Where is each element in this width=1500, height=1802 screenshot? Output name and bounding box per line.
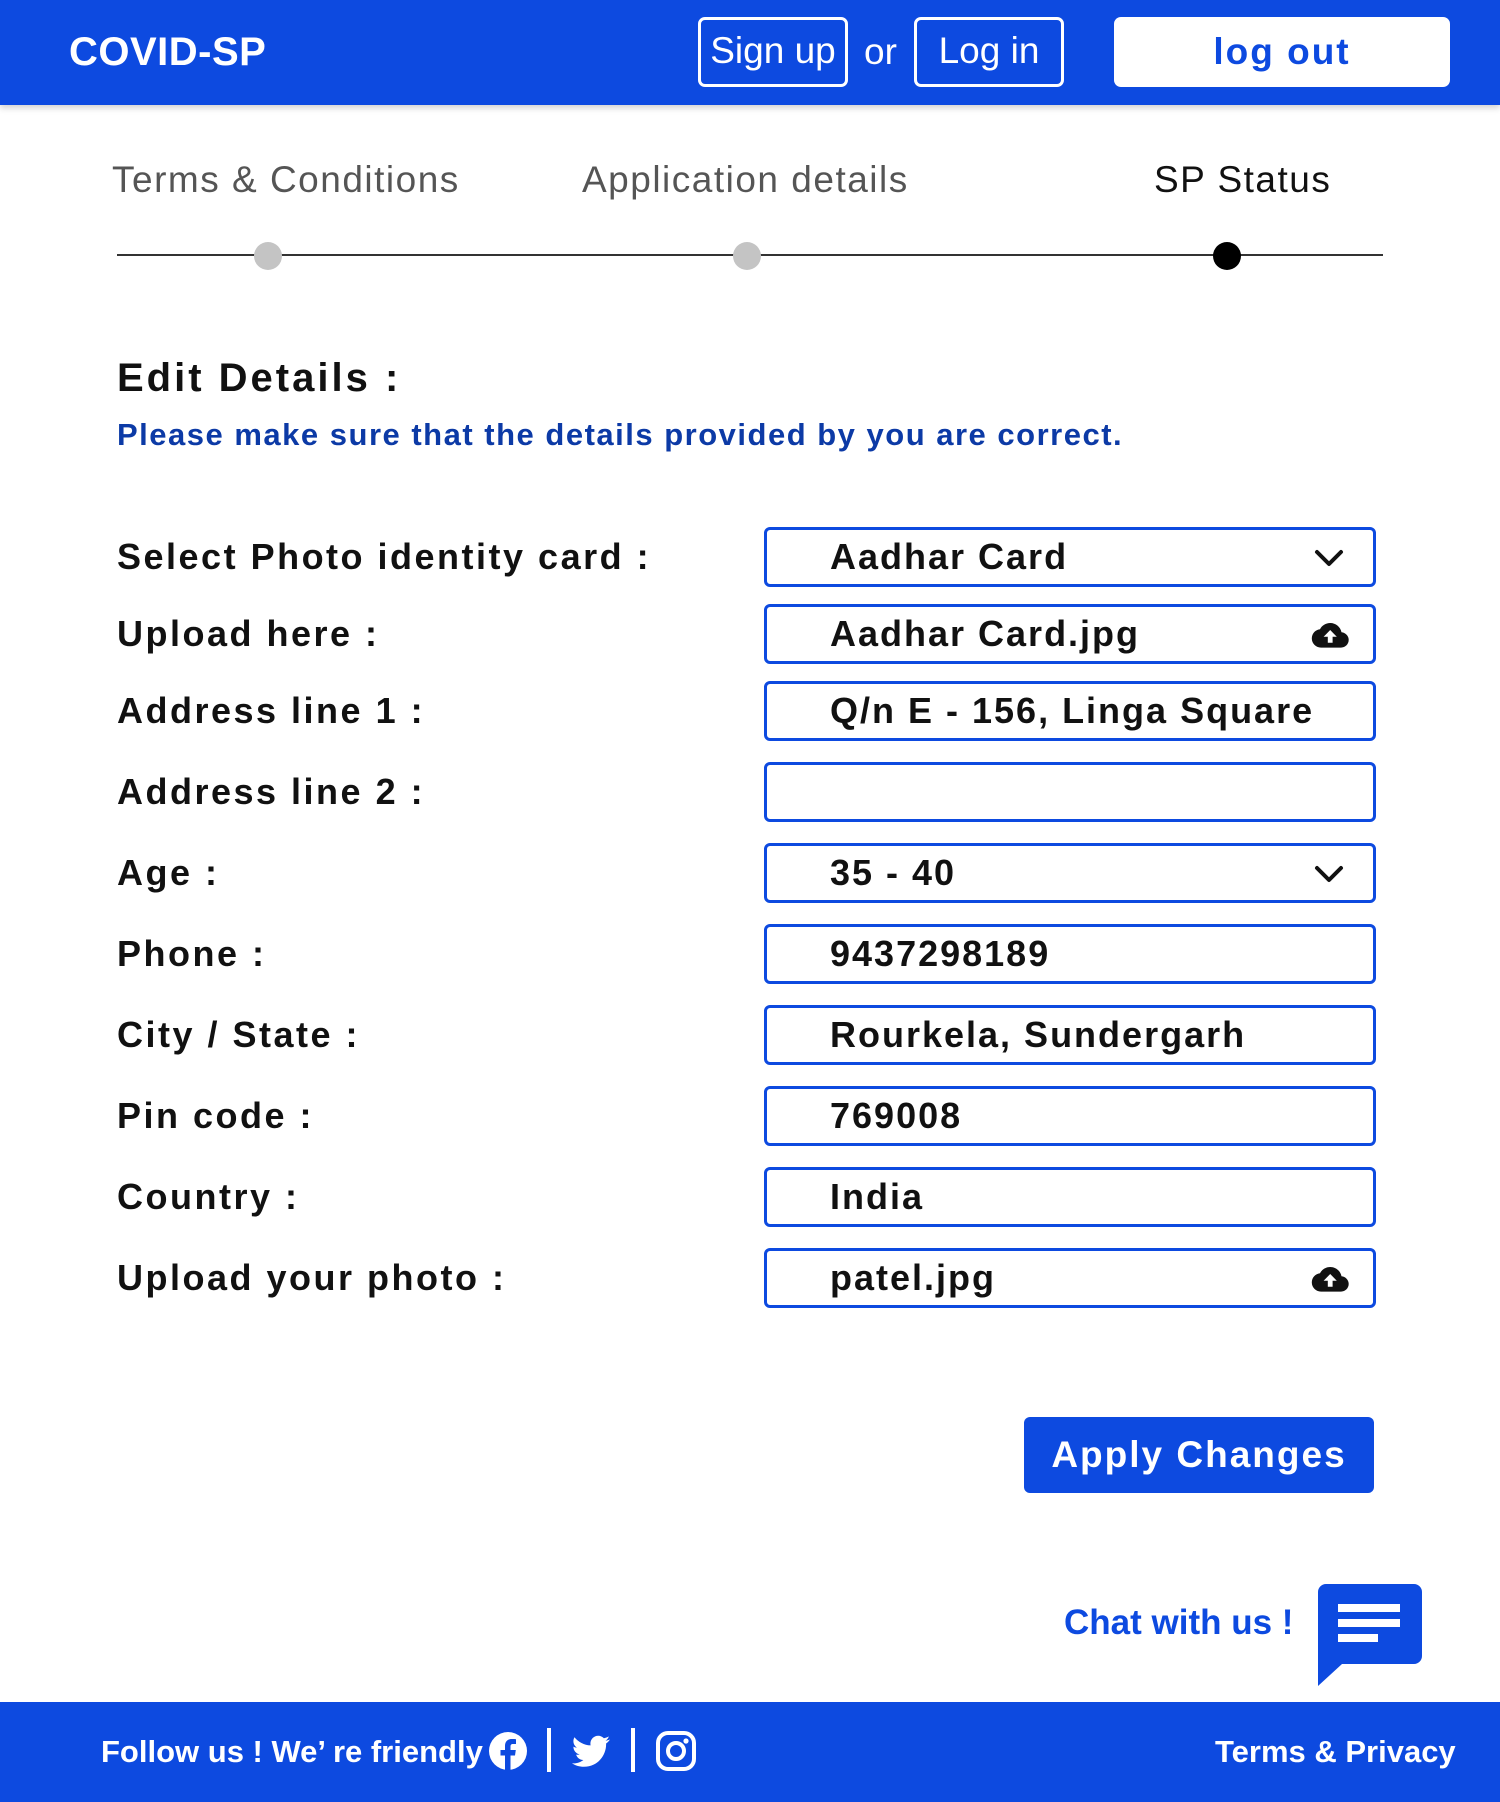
social-separator [631, 1728, 635, 1772]
country-input[interactable]: India [764, 1167, 1376, 1227]
cloud-upload-icon[interactable] [1307, 621, 1351, 649]
chat-with-us-link[interactable]: Chat with us ! [1064, 1601, 1293, 1645]
chevron-down-icon [1315, 550, 1343, 566]
social-separator [547, 1728, 551, 1772]
upload-id-label: Upload here : [117, 613, 380, 654]
city-state-label: City / State : [117, 1014, 361, 1055]
step-sp-status[interactable]: SP Status [1154, 156, 1331, 204]
age-select-value: 35 - 40 [830, 852, 957, 893]
pin-code-label: Pin code : [117, 1095, 315, 1136]
phone-label: Phone : [117, 933, 267, 974]
address-line1-label: Address line 1 : [117, 690, 426, 731]
login-button[interactable]: Log in [914, 17, 1064, 87]
or-separator-text: or [864, 31, 897, 72]
pin-code-input[interactable]: 769008 [764, 1086, 1376, 1146]
top-navbar: COVID-SP Sign up or Log in log out [0, 0, 1500, 105]
step-application-details[interactable]: Application details [582, 156, 909, 204]
upload-photo-label: Upload your photo : [117, 1257, 507, 1298]
step-dot-application [733, 242, 761, 270]
terms-privacy-link[interactable]: Terms & Privacy [1215, 1732, 1456, 1772]
instagram-icon[interactable] [655, 1730, 697, 1772]
logout-button[interactable]: log out [1114, 17, 1450, 87]
site-logo[interactable]: COVID-SP [69, 27, 266, 77]
signup-button[interactable]: Sign up [698, 17, 848, 87]
section-title: Edit Details : [117, 356, 402, 400]
country-label: Country : [117, 1176, 300, 1217]
step-dot-status-active [1213, 242, 1241, 270]
city-state-input[interactable]: Rourkela, Sundergarh [764, 1005, 1376, 1065]
address-line1-input[interactable]: Q/n E - 156, Linga Square [764, 681, 1376, 741]
phone-input[interactable]: 9437298189 [764, 924, 1376, 984]
address-line2-label: Address line 2 : [117, 771, 426, 812]
chat-bubble-icon[interactable] [1318, 1584, 1422, 1686]
city-state-value: Rourkela, Sundergarh [830, 1014, 1247, 1055]
section-note: Please make sure that the details provid… [117, 417, 1124, 452]
upload-photo-filename: patel.jpg [830, 1257, 997, 1298]
address-line2-input[interactable] [764, 762, 1376, 822]
id-card-select[interactable]: Aadhar Card [764, 527, 1376, 587]
apply-changes-button[interactable]: Apply Changes [1024, 1417, 1374, 1493]
age-select[interactable]: 35 - 40 [764, 843, 1376, 903]
facebook-icon[interactable] [487, 1730, 529, 1772]
step-dot-terms [254, 242, 282, 270]
upload-id-filename: Aadhar Card.jpg [830, 613, 1141, 654]
phone-value: 9437298189 [830, 933, 1051, 974]
id-card-label: Select Photo identity card : [117, 536, 652, 577]
upload-id-field[interactable]: Aadhar Card.jpg [764, 604, 1376, 664]
footer-follow-text: Follow us ! We’ re friendly : [101, 1734, 502, 1769]
address-line1-value: Q/n E - 156, Linga Square [830, 690, 1315, 731]
id-card-select-value: Aadhar Card [830, 536, 1069, 577]
twitter-icon[interactable] [570, 1730, 612, 1772]
chevron-down-icon [1315, 866, 1343, 882]
age-label: Age : [117, 852, 220, 893]
upload-photo-field[interactable]: patel.jpg [764, 1248, 1376, 1308]
footer: Follow us ! We’ re friendly : Terms & Pr… [0, 1702, 1500, 1802]
pin-code-value: 769008 [830, 1095, 963, 1136]
country-value: India [830, 1176, 925, 1217]
step-terms-conditions[interactable]: Terms & Conditions [112, 156, 460, 204]
cloud-upload-icon[interactable] [1307, 1265, 1351, 1293]
